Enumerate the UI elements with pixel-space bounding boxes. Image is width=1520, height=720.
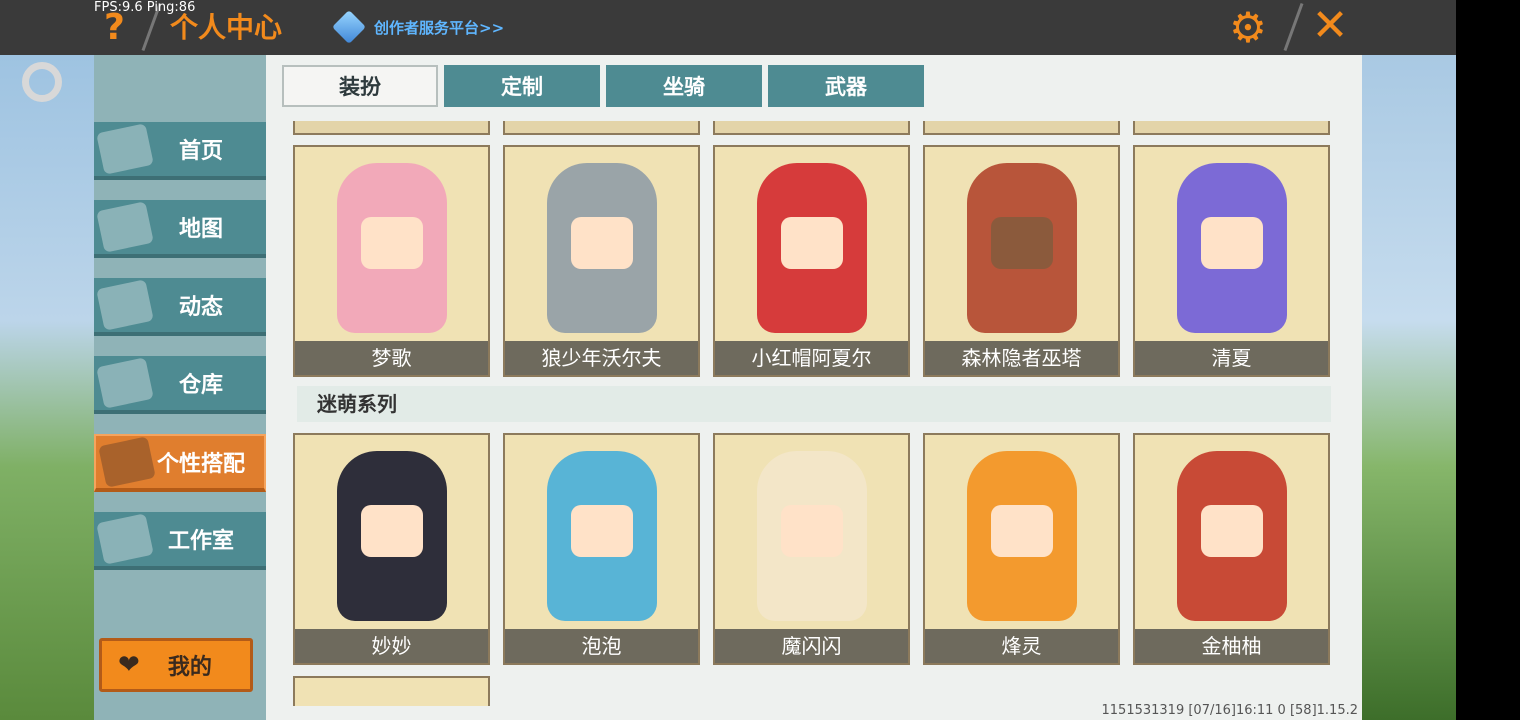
skin-name: 妙妙 (295, 629, 488, 663)
character-face (1200, 217, 1263, 269)
skin-card-partial[interactable] (293, 676, 490, 706)
sidebar-item-feed[interactable]: 动态 (94, 278, 266, 336)
skin-card-partial[interactable] (923, 121, 1120, 135)
sidebar-item-label: 工作室 (167, 529, 234, 554)
sidebar-item-label: 动态 (178, 295, 223, 320)
character-face (360, 217, 423, 269)
previous-row-peek (293, 121, 1330, 135)
skin-card-partial[interactable] (293, 121, 490, 135)
background-scenery-right (1362, 55, 1456, 720)
skin-card[interactable]: 妙妙 (293, 433, 490, 665)
sidebar-item-label: 首页 (178, 139, 223, 164)
character-face (570, 505, 633, 557)
skin-name: 小红帽阿夏尔 (715, 341, 908, 375)
mine-button[interactable]: ❤ 我的 (99, 638, 253, 692)
outfit-icon (98, 436, 156, 488)
sidebar-item-label: 仓库 (178, 373, 223, 398)
cube-icon (332, 10, 366, 44)
tab-bar: 装扮 定制 坐骑 武器 (282, 65, 924, 107)
sidebar-item-studio[interactable]: 工作室 (94, 512, 266, 570)
skin-name: 森林隐者巫塔 (925, 341, 1118, 375)
tab-mount[interactable]: 坐骑 (606, 65, 762, 107)
character-face (780, 217, 843, 269)
sidebar-item-outfit[interactable]: 个性搭配 (94, 434, 266, 492)
skin-card[interactable]: 魔闪闪 (713, 433, 910, 665)
skin-name: 金柚柚 (1135, 629, 1328, 663)
background-scenery-left (0, 55, 94, 720)
character-face (780, 505, 843, 557)
skin-card[interactable]: 泡泡 (503, 433, 700, 665)
character-face (990, 505, 1053, 557)
creator-platform-link[interactable]: 创作者服务平台>> (332, 10, 505, 44)
skin-card[interactable]: 梦歌 (293, 145, 490, 377)
skin-card[interactable]: 狼少年沃尔夫 (503, 145, 700, 377)
sidebar-item-home[interactable]: 首页 (94, 122, 266, 180)
skin-name: 泡泡 (505, 629, 698, 663)
section-title: 迷萌系列 (297, 386, 1331, 422)
character-face (1200, 505, 1263, 557)
divider (1283, 2, 1304, 52)
skin-name: 魔闪闪 (715, 629, 908, 663)
skin-card[interactable]: 小红帽阿夏尔 (713, 145, 910, 377)
skin-name: 烽灵 (925, 629, 1118, 663)
top-bar: ? 个人中心 创作者服务平台>> ⚙ ✕ (0, 0, 1456, 55)
screen-edge (1456, 0, 1520, 720)
home-icon (96, 123, 154, 175)
sidebar-item-map[interactable]: 地图 (94, 200, 266, 258)
creator-platform-label: 创作者服务平台>> (374, 18, 505, 37)
skin-name: 狼少年沃尔夫 (505, 341, 698, 375)
gear-icon[interactable]: ⚙ (1226, 6, 1270, 50)
heart-icon: ❤ (118, 650, 140, 680)
skin-card-partial[interactable] (1133, 121, 1330, 135)
tab-custom[interactable]: 定制 (444, 65, 600, 107)
skin-card-partial[interactable] (713, 121, 910, 135)
mine-label: 我的 (167, 655, 212, 680)
ping-readout: Ping:86 (146, 0, 196, 15)
sidebar: 首页 地图 动态 仓库 个性搭配 工作室 (94, 55, 266, 720)
tab-weapon[interactable]: 武器 (768, 65, 924, 107)
skin-card[interactable]: 金柚柚 (1133, 433, 1330, 665)
skin-card[interactable]: 烽灵 (923, 433, 1120, 665)
character-face (360, 505, 423, 557)
fps-readout: FPS:9.6 (94, 0, 143, 15)
skin-name: 梦歌 (295, 341, 488, 375)
character-face (990, 217, 1053, 269)
character-face (570, 217, 633, 269)
bell-icon (96, 279, 154, 331)
fps-ping-readout: FPS:9.6 Ping:86 (94, 0, 195, 15)
skin-row: 妙妙 泡泡 魔闪闪 烽灵 金柚柚 (293, 433, 1330, 665)
studio-icon (96, 513, 154, 565)
sidebar-item-label: 个性搭配 (156, 452, 245, 477)
skin-name: 清夏 (1135, 341, 1328, 375)
camera-ring-button[interactable] (22, 62, 62, 102)
skin-card-partial[interactable] (503, 121, 700, 135)
warehouse-icon (96, 357, 154, 409)
sidebar-item-label: 地图 (178, 217, 223, 242)
skin-row: 梦歌 狼少年沃尔夫 小红帽阿夏尔 森林隐者巫塔 清夏 (293, 145, 1330, 377)
close-button[interactable]: ✕ (1308, 4, 1352, 48)
outfit-panel: 装扮 定制 坐骑 武器 梦歌 狼少年沃尔夫 小红帽阿夏尔 森林隐者巫塔 清夏 迷… (266, 55, 1362, 720)
map-icon (96, 201, 154, 253)
skin-card[interactable]: 清夏 (1133, 145, 1330, 377)
tab-costume[interactable]: 装扮 (282, 65, 438, 107)
version-info: 1151531319 [07/16]16:11 0 [58]1.15.2 (1101, 703, 1358, 718)
skin-card[interactable]: 森林隐者巫塔 (923, 145, 1120, 377)
sidebar-item-warehouse[interactable]: 仓库 (94, 356, 266, 414)
